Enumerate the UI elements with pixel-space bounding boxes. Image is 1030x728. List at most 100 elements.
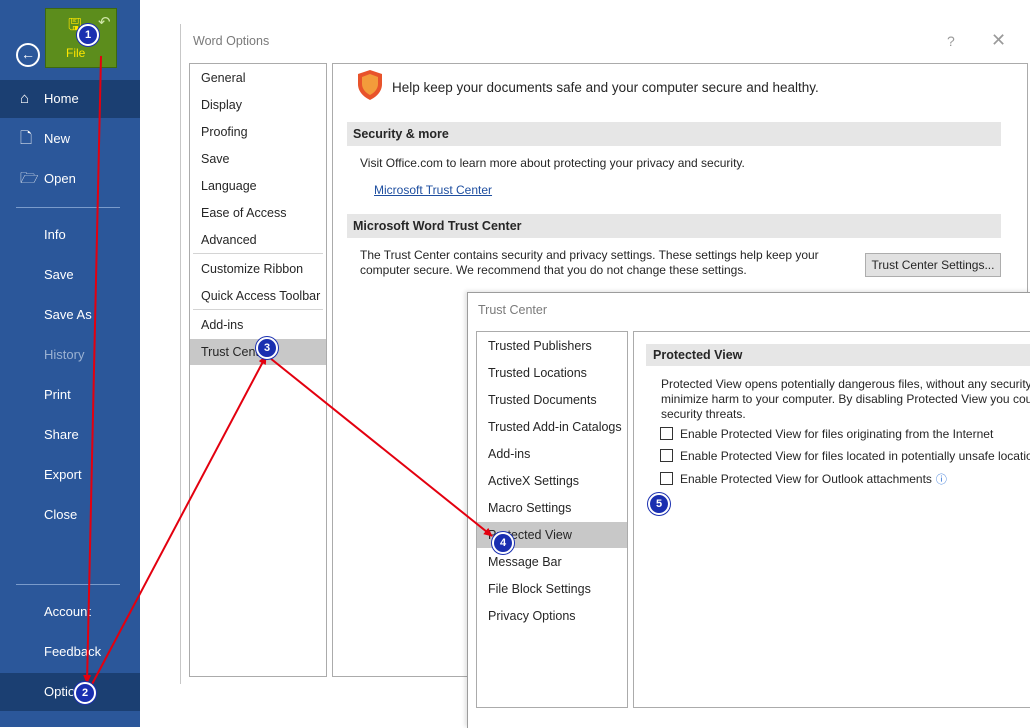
checkbox-label: Enable Protected View for files located … [680,449,1030,463]
backstage-item-info[interactable]: Info [0,216,140,254]
checkbox-protected-view-outlook[interactable]: Enable Protected View for Outlook attach… [660,471,947,487]
nav-item-language[interactable]: Language [190,173,326,199]
backstage-item-new[interactable]: 🗋 New [0,120,140,158]
back-arrow-icon[interactable]: ← [16,43,40,67]
info-icon[interactable]: ⓘ [936,474,947,486]
tc-item-trusted-documents[interactable]: Trusted Documents [477,387,627,413]
checkbox-box[interactable] [660,427,673,440]
section-header-security: Security & more [347,122,1001,146]
step-marker-4: 4 [492,532,514,554]
tc-item-trusted-add-in-catalogs[interactable]: Trusted Add-in Catalogs [477,414,627,440]
nav-item-label: Customize Ribbon [201,262,304,276]
options-nav: General Display Proofing Save Language E… [189,63,327,677]
close-icon[interactable]: ✕ [991,30,1006,51]
nav-item-label: Add-ins [201,318,244,332]
backstage-item-close[interactable]: Close [0,496,140,534]
backstage-item-label: Account [44,604,91,619]
backstage-divider [16,207,120,208]
nav-item-customize-ribbon[interactable]: Customize Ribbon [190,256,326,282]
backstage-item-history: History [0,336,140,374]
backstage-item-export[interactable]: Export [0,456,140,494]
tc-item-file-block-settings[interactable]: File Block Settings [477,576,627,602]
checkbox-label: Enable Protected View for Outlook attach… [680,472,932,486]
nav-item-advanced[interactable]: Advanced [190,227,326,253]
nav-item-label: Language [201,179,257,193]
backstage-item-home[interactable]: ⌂ Home [0,80,140,118]
description-line: security threats. [661,407,746,421]
nav-divider [193,253,323,254]
section-title: Microsoft Word Trust Center [353,219,522,233]
nav-item-label: Trusted Publishers [488,339,592,353]
checkbox-box[interactable] [660,472,673,485]
backstage-item-share[interactable]: Share [0,416,140,454]
nav-item-general[interactable]: General [190,65,326,91]
step-marker-2: 2 [74,682,96,704]
backstage-item-label: History [44,347,85,362]
trust-center-text: The Trust Center contains security and p… [360,248,819,277]
security-text: Visit Office.com to learn more about pro… [360,156,745,170]
tc-item-privacy-options[interactable]: Privacy Options [477,603,627,629]
nav-item-label: Message Bar [488,555,562,569]
shield-icon [358,70,382,100]
section-title: Security & more [353,127,449,141]
section-header-protected-view: Protected View [646,344,1030,366]
description-line: minimize harm to your computer. By disab… [661,392,1030,406]
tc-item-trusted-publishers[interactable]: Trusted Publishers [477,333,627,359]
trust-center-settings-button[interactable]: Trust Center Settings... [865,253,1001,277]
tc-item-macro-settings[interactable]: Macro Settings [477,495,627,521]
nav-item-display[interactable]: Display [190,92,326,118]
microsoft-trust-center-link[interactable]: Microsoft Trust Center [374,183,492,197]
trust-center-dialog: Trust Center Trusted Publishers Trusted … [467,292,1030,728]
protected-view-description: Protected View opens potentially dangero… [661,377,1030,422]
help-icon[interactable]: ? [947,33,955,49]
backstage-item-open[interactable]: 🗁 Open [0,160,140,198]
nav-item-label: Macro Settings [488,501,572,515]
backstage-item-print[interactable]: Print [0,376,140,414]
backstage-item-feedback[interactable]: Feedback [0,633,140,671]
nav-item-save[interactable]: Save [190,146,326,172]
nav-item-label: Advanced [201,233,257,247]
new-document-icon: 🗋 [20,130,33,147]
nav-item-quick-access-toolbar[interactable]: Quick Access Toolbar [190,283,326,309]
backstage-item-label: Print [44,387,71,402]
nav-item-ease-of-access[interactable]: Ease of Access [190,200,326,226]
nav-item-label: Trusted Documents [488,393,597,407]
checkbox-box[interactable] [660,449,673,462]
checkbox-protected-view-internet[interactable]: Enable Protected View for files originat… [660,427,993,443]
backstage-item-label: Info [44,227,66,242]
nav-item-label: File Block Settings [488,582,591,596]
backstage-item-label: Save [44,267,74,282]
undo-icon[interactable]: ↶ [98,13,111,31]
trust-center-content-pane: Protected View Protected View opens pote… [633,331,1030,708]
tc-item-activex-settings[interactable]: ActiveX Settings [477,468,627,494]
step-marker-3: 3 [256,337,278,359]
backstage-item-save-as[interactable]: Save As [0,296,140,334]
backstage-item-label: Share [44,427,79,442]
backstage-item-label: Close [44,507,78,522]
backstage-item-label: Home [44,91,79,106]
home-icon: ⌂ [20,90,30,107]
nav-item-label: Add-ins [488,447,531,461]
backstage-item-account[interactable]: Account [0,593,140,631]
checkbox-protected-view-unsafe-locations[interactable]: Enable Protected View for files located … [660,449,1030,465]
backstage-item-save[interactable]: Save [0,256,140,294]
page-header: Help keep your documents safe and your c… [392,80,819,95]
checkbox-label: Enable Protected View for files originat… [680,427,994,441]
tc-item-add-ins[interactable]: Add-ins [477,441,627,467]
backstage-item-label: Feedback [44,644,102,659]
step-marker-1: 1 [77,24,99,46]
nav-item-label: Ease of Access [201,206,287,220]
backstage-item-options[interactable]: Options [0,673,140,711]
backstage-item-label: Open [44,171,76,186]
nav-item-label: Display [201,98,242,112]
backstage-item-label: Export [44,467,82,482]
nav-item-label: Quick Access Toolbar [201,289,321,303]
file-tab-label: File [66,46,86,60]
dialog-title: Word Options [193,34,270,48]
dialog-title: Trust Center [478,303,548,317]
nav-item-add-ins[interactable]: Add-ins [190,312,326,338]
tc-item-trusted-locations[interactable]: Trusted Locations [477,360,627,386]
nav-item-proofing[interactable]: Proofing [190,119,326,145]
trust-center-nav: Trusted Publishers Trusted Locations Tru… [476,331,628,708]
backstage-item-label: Save As [44,307,92,322]
